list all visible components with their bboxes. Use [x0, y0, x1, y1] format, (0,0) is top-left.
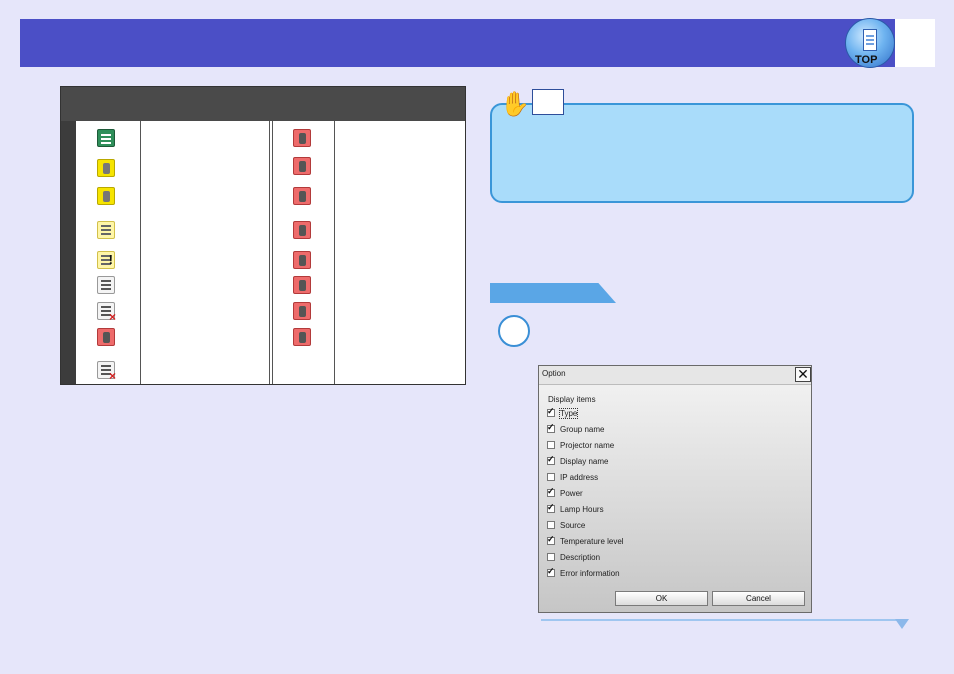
projector-red-question-icon — [293, 187, 311, 205]
checkbox[interactable] — [547, 454, 555, 465]
hardware-red-icon — [293, 328, 311, 346]
dialog-titlebar: Option ✕ — [539, 366, 811, 385]
procedure-tab — [490, 283, 616, 303]
column-divider — [140, 121, 141, 384]
option-label: Type — [558, 408, 579, 419]
pointing-hand-icon: ✋ — [500, 91, 530, 118]
table-header — [61, 87, 465, 121]
list-error-icon — [97, 302, 116, 324]
status-icon-table — [60, 86, 466, 385]
projector-red-icon — [293, 129, 311, 147]
building-icon — [863, 29, 877, 51]
top-link-button[interactable]: TOP — [845, 18, 895, 68]
warning-list-icon — [97, 251, 115, 269]
checkbox[interactable] — [547, 422, 555, 433]
checkbox[interactable] — [547, 473, 555, 481]
option-label: Source — [560, 521, 586, 530]
option-label: IP address — [560, 473, 599, 482]
header-bar — [20, 19, 935, 67]
checkbox[interactable] — [547, 553, 555, 561]
tip-tag — [532, 89, 564, 115]
close-icon[interactable]: ✕ — [795, 367, 811, 382]
option-dialog: Option ✕ Display items Type Group name P… — [538, 365, 812, 613]
nav-divider — [541, 619, 907, 621]
network-yellow-icon — [97, 221, 115, 239]
thermometer-yellow-icon — [97, 187, 115, 205]
tip-box — [490, 103, 914, 203]
option-label: Description — [560, 553, 601, 562]
checkbox[interactable] — [547, 441, 555, 449]
option-label: Power — [560, 489, 583, 498]
projector-red-icon — [293, 157, 311, 175]
checkbox[interactable] — [547, 486, 555, 497]
step-number-circle — [498, 315, 530, 347]
column-divider — [272, 121, 273, 384]
filter-red-icon — [293, 302, 311, 320]
page-number-box — [895, 19, 935, 67]
checkbox[interactable] — [547, 406, 555, 417]
table-left-bar — [61, 121, 76, 384]
option-label: Temperature level — [560, 537, 624, 546]
list-error-icon — [97, 361, 116, 383]
option-label: Projector name — [560, 441, 615, 450]
list-download-icon — [97, 328, 115, 346]
checkbox[interactable] — [547, 502, 555, 513]
next-page-icon[interactable] — [895, 619, 909, 629]
projector-yellow-icon — [97, 159, 115, 177]
checkbox[interactable] — [547, 534, 555, 545]
option-label: Lamp Hours — [560, 505, 604, 514]
cancel-button[interactable]: Cancel — [712, 591, 805, 606]
option-label: Group name — [560, 425, 605, 434]
dialog-title: Option — [542, 369, 566, 378]
lamp-red-icon — [293, 251, 311, 269]
column-divider — [269, 121, 270, 384]
monitor-green-icon — [97, 129, 115, 147]
checkbox[interactable] — [547, 521, 555, 529]
thermometer-red-icon — [293, 221, 311, 239]
checkbox[interactable] — [547, 566, 555, 577]
ok-button[interactable]: OK — [615, 591, 708, 606]
fan-red-icon — [293, 276, 311, 294]
option-label: Error information — [560, 569, 620, 578]
top-logo-label: TOP — [855, 54, 878, 66]
display-items-label: Display items — [548, 395, 596, 404]
column-divider — [334, 121, 335, 384]
option-label: Display name — [560, 457, 609, 466]
list-search-icon — [97, 276, 115, 294]
